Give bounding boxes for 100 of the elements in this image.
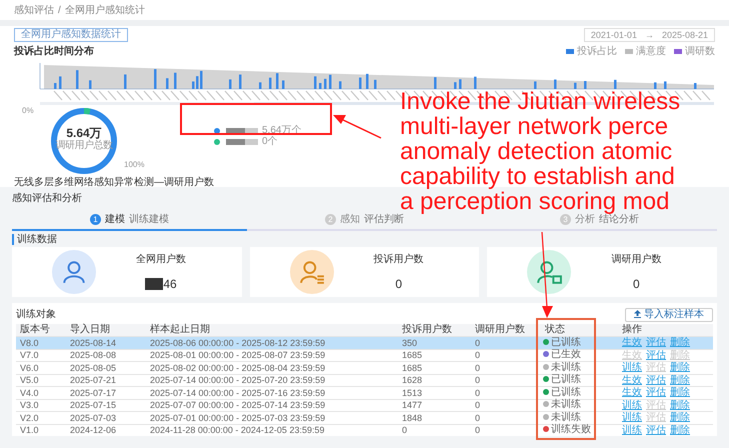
legend-bar — [226, 138, 258, 144]
action-link[interactable]: 评估 — [646, 337, 666, 348]
chart-bar — [54, 83, 56, 89]
chart-bar — [319, 83, 322, 89]
filter-button[interactable]: 全网用户感知数据统计 — [14, 28, 128, 42]
table-row[interactable]: V8.0 2025-08-14 2025-08-06 00:00:00 - 2025-08-12 23:59:59 350 0 已训练 生效 评估 删除 — [16, 336, 713, 349]
legend-item: 满意度 — [625, 44, 666, 59]
table-row[interactable]: V4.0 2025-07-17 2025-07-14 00:00:00 - 2025-07-16 23:59:59 1513 0 已训练 生效 评估 删除 — [16, 386, 713, 399]
table-cell: 2025-07-03 — [70, 412, 116, 422]
table-cell: 2025-08-06 00:00:00 - 2025-08-12 23:59:59 — [150, 338, 326, 348]
action-link[interactable]: 删除 — [670, 362, 690, 373]
table-cell: 2025-07-14 00:00:00 - 2025-07-20 23:59:59 — [150, 375, 326, 385]
table-cell: 2025-08-02 00:00:00 - 2025-08-04 23:59:59 — [150, 362, 326, 372]
table-row[interactable]: V5.0 2025-07-21 2025-07-14 00:00:00 - 2025-07-20 23:59:59 1628 0 已训练 生效 评估 删除 — [16, 374, 713, 386]
table-cell: 2025-07-17 — [70, 388, 116, 398]
chart-bar — [454, 82, 456, 89]
table-cell: 2025-07-14 00:00:00 - 2025-07-16 23:59:59 — [150, 388, 326, 398]
chart-bar — [584, 81, 586, 89]
table-cell: 2025-08-01 00:00:00 - 2025-08-07 23:59:59 — [150, 350, 326, 360]
table-cell: 1848 — [402, 412, 422, 422]
table-cell: 0 — [475, 425, 480, 435]
action-link[interactable]: 评估 — [646, 374, 666, 386]
table-cell: 1513 — [402, 388, 422, 398]
chart-bar — [192, 81, 194, 89]
legend-item: 调研数 — [674, 44, 715, 59]
table-cell: 1477 — [402, 400, 422, 410]
action-link[interactable]: 评估 — [646, 424, 666, 436]
annotation-text: multi-layer network perce — [400, 114, 668, 139]
action-link[interactable]: 删除 — [670, 424, 690, 436]
column-header: 版本号 — [16, 324, 66, 336]
chart-bar — [89, 80, 92, 89]
stat-label: 投诉用户数 — [374, 252, 424, 266]
column-header: 操作 — [618, 324, 713, 336]
column-header: 状态 — [541, 324, 618, 336]
chart-bar — [614, 80, 616, 89]
action-link[interactable]: 生效 — [622, 374, 642, 386]
date-range-field[interactable]: 2021-01-01 → 2025-08-21 — [584, 28, 715, 42]
arrow — [333, 114, 383, 140]
import-button[interactable]: 导入标注样本 — [625, 308, 713, 322]
table-cell: 0 — [475, 375, 480, 385]
table-cell: 350 — [402, 338, 418, 348]
breadcrumb-separator: / — [58, 4, 61, 18]
annotation-text: Invoke the Jiutian wireless — [400, 89, 680, 114]
table-cell: 1685 — [402, 362, 422, 372]
status-label: 已训练 — [551, 374, 581, 385]
table-cell: V5.0 — [20, 375, 39, 385]
chart-bar — [434, 77, 436, 89]
table-cell: 2025-08-08 — [70, 350, 116, 360]
action-link[interactable]: 训练 — [622, 424, 642, 436]
action-link[interactable]: 删除 — [670, 412, 690, 423]
action-link[interactable]: 训练 — [622, 412, 642, 423]
chart-bar — [282, 80, 284, 89]
chart-bar — [259, 82, 262, 89]
table-cell: V4.0 — [20, 388, 39, 398]
status-label: 已训练 — [551, 386, 581, 398]
status-label: 训练失败 — [551, 424, 591, 435]
action-link[interactable]: 删除 — [670, 374, 690, 386]
user-device-icon — [527, 250, 572, 294]
status-label: 未训练 — [551, 399, 581, 410]
step-tab[interactable]: 1 建模 训练建模 — [12, 212, 247, 231]
action-link[interactable]: 评估 — [646, 387, 666, 398]
table-row[interactable]: V1.0 2024-12-06 2024-11-28 00:00:00 - 2024-12-05 23:59:59 0 0 训练失败 训练 评估 删除 — [16, 424, 713, 436]
upload-icon — [634, 310, 641, 318]
annotation-text: a perception scoring mod — [400, 189, 670, 214]
donut-value: 5.64万 — [65, 127, 102, 140]
chart-bar — [339, 81, 342, 89]
chart-bar — [59, 76, 62, 89]
table-cell: 0 — [475, 388, 480, 398]
chart-bar — [239, 74, 242, 89]
table-cell: 1685 — [402, 350, 422, 360]
breadcrumb-item[interactable]: 感知评估 — [14, 4, 54, 18]
table-cell: V1.0 — [20, 425, 39, 435]
table-cell: 2025-07-07 00:00:00 - 2025-07-14 23:59:59 — [150, 400, 326, 410]
section-title: 感知评估和分析 — [12, 192, 82, 206]
column-header: 导入日期 — [66, 324, 146, 336]
legend-item: 投诉占比 — [566, 44, 617, 59]
chart-bar — [76, 70, 78, 89]
chart-bar — [229, 79, 232, 89]
action-link[interactable]: 训练 — [622, 362, 642, 373]
action-link[interactable]: 生效 — [622, 337, 642, 348]
stat-value: 46 — [163, 276, 177, 292]
status-label: 未训练 — [551, 412, 581, 422]
action-link[interactable]: 删除 — [670, 337, 690, 348]
chart-bar — [329, 74, 332, 89]
stat-value: 0 — [395, 276, 402, 292]
action-link[interactable]: 删除 — [670, 387, 690, 398]
table-cell: V2.0 — [20, 412, 39, 422]
subtitle: 训练数据 — [12, 234, 717, 245]
chart-bar — [276, 73, 278, 89]
chart-bar — [200, 70, 202, 89]
table-cell: 0 — [475, 400, 480, 410]
chart-bar — [166, 78, 168, 89]
action-link[interactable]: 删除 — [670, 400, 690, 410]
user-list-icon — [290, 250, 334, 294]
table-cell: V6.0 — [20, 362, 39, 372]
action-link[interactable]: 评估 — [646, 350, 666, 360]
chart-bar — [654, 82, 656, 89]
action-link[interactable]: 训练 — [622, 400, 642, 410]
action-link[interactable]: 生效 — [622, 387, 642, 398]
chart-bar — [554, 80, 556, 89]
